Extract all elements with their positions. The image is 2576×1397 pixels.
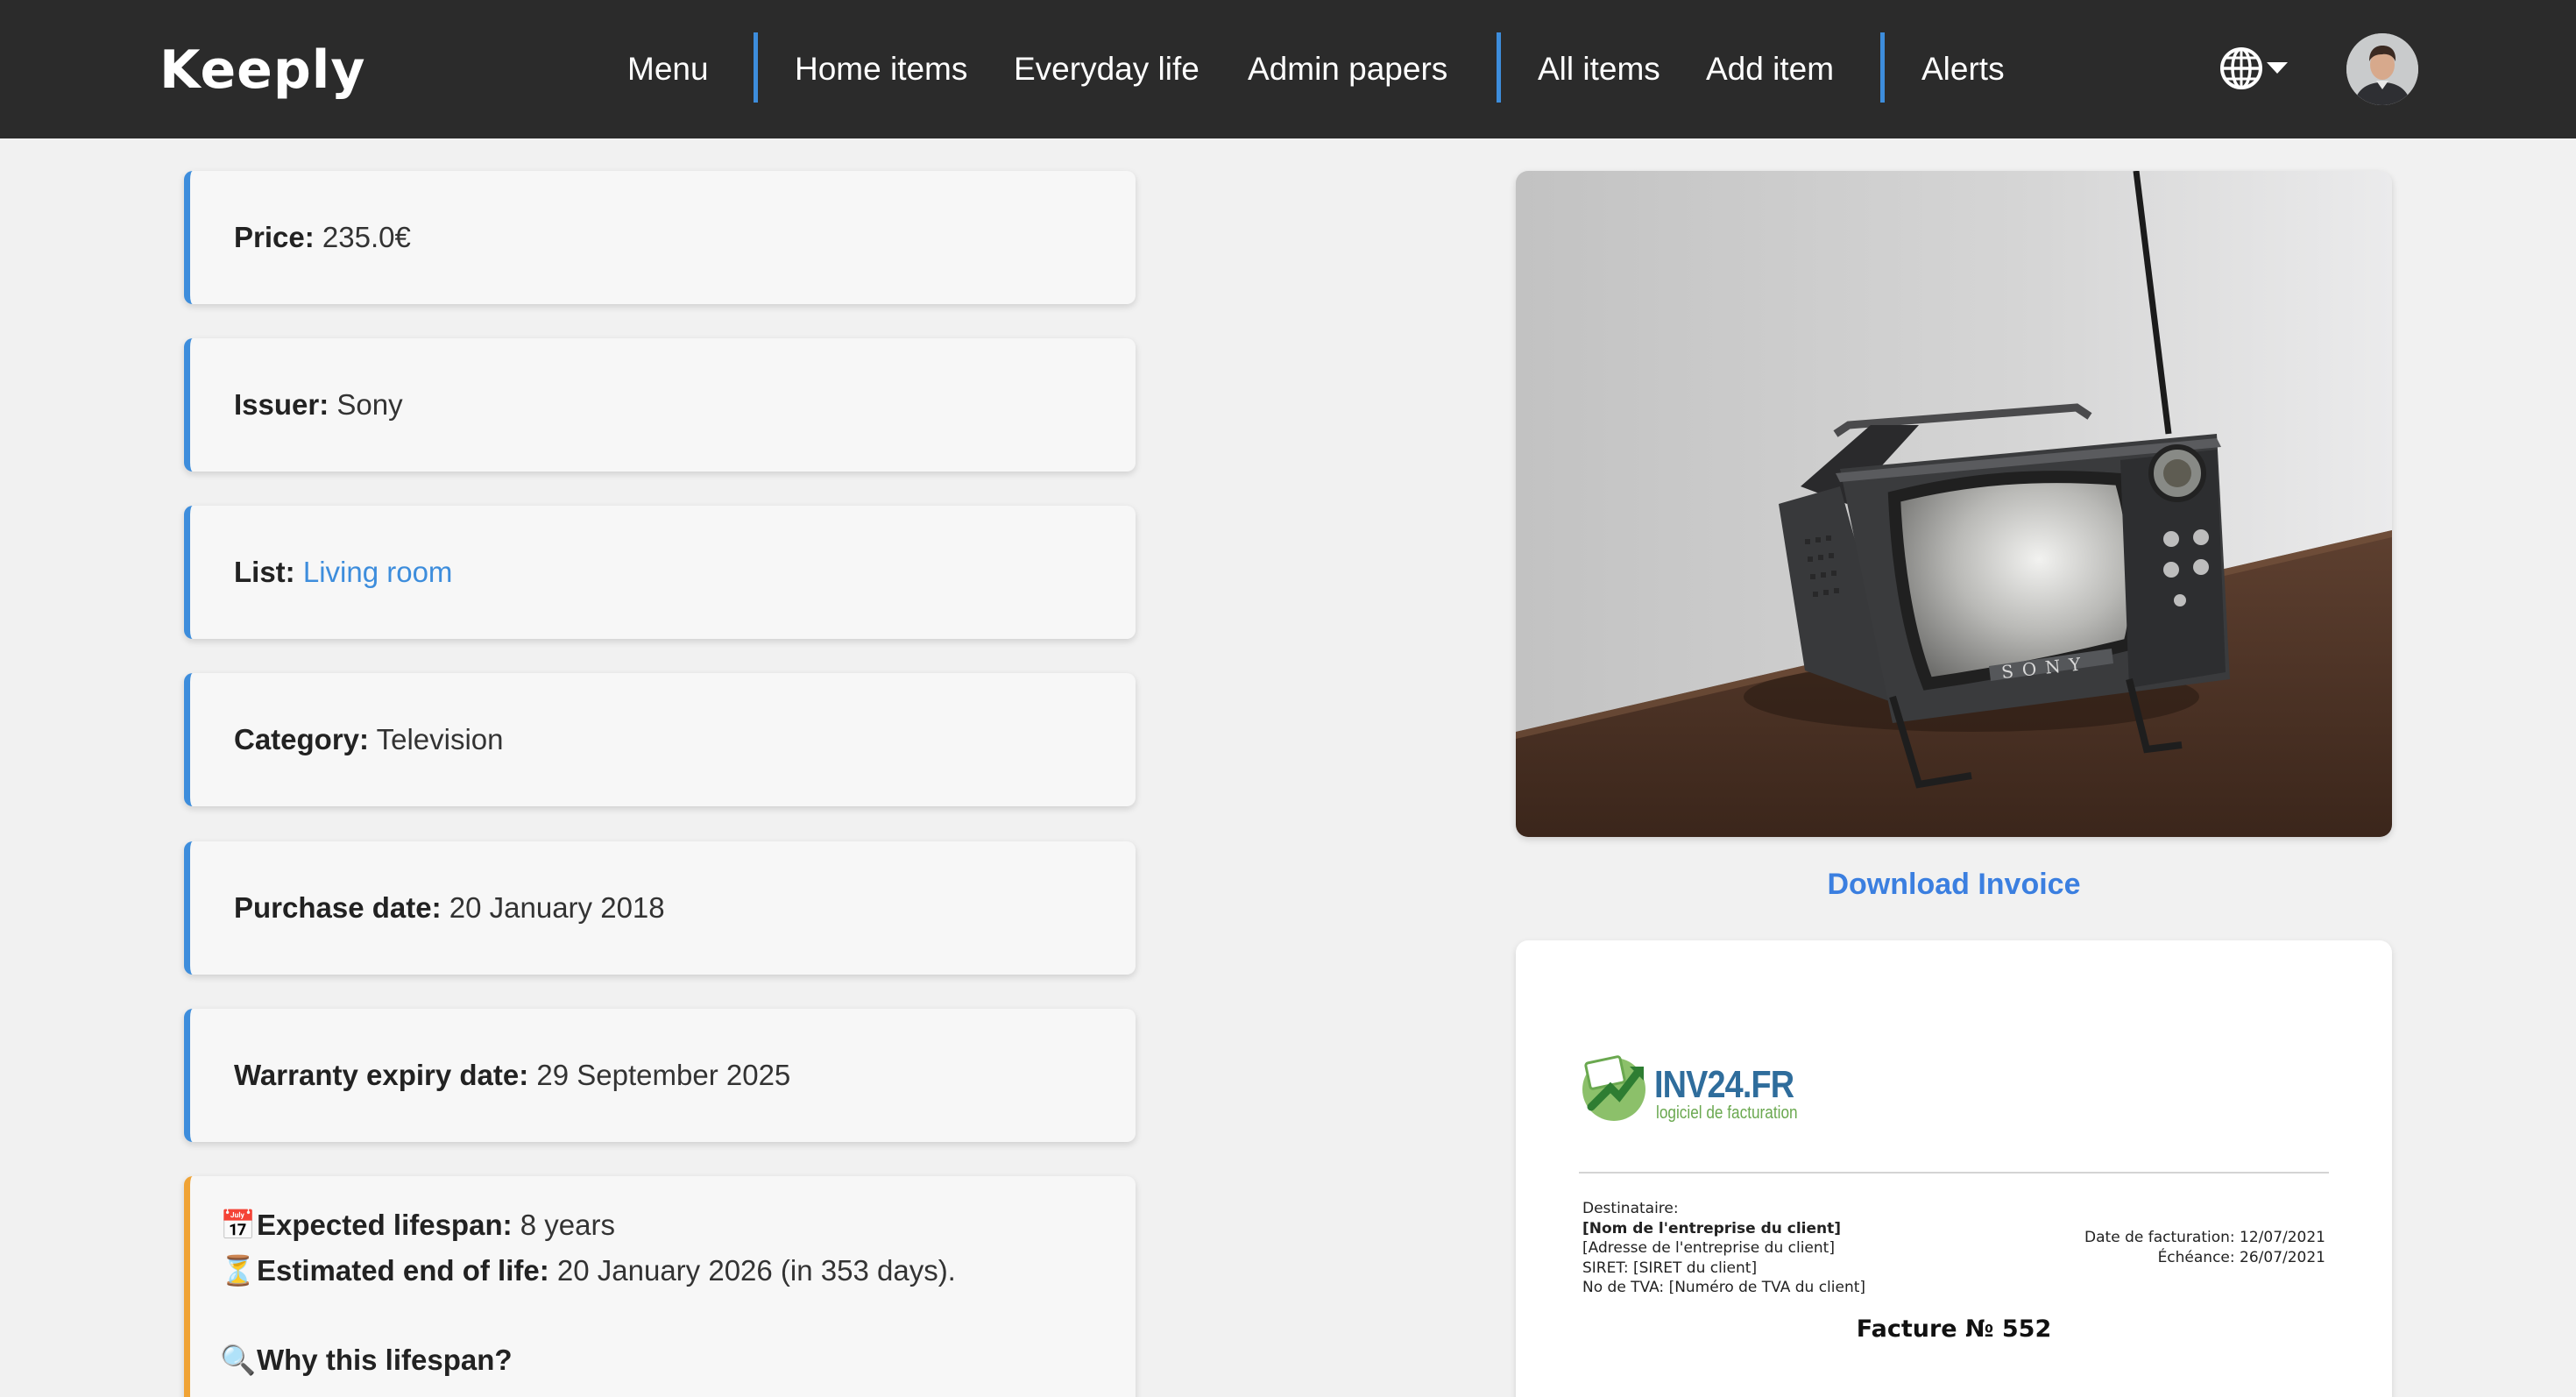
list-label: List: [234, 556, 295, 588]
chevron-down-icon [2267, 62, 2288, 74]
nav-alerts[interactable]: Alerts [1921, 0, 2005, 138]
detail-card-list: List: Living room [184, 506, 1136, 639]
detail-card-warranty: Warranty expiry date: 29 September 2025 [184, 1009, 1136, 1142]
price-value: 235.0€ [322, 221, 411, 253]
purchase-date-label: Purchase date: [234, 891, 442, 924]
user-photo-icon [2346, 33, 2418, 105]
calendar-icon: 📅 [220, 1208, 257, 1242]
hourglass-icon: ⏳ [220, 1253, 257, 1287]
end-of-life-value: 20 January 2026 (in 353 days). [556, 1254, 956, 1287]
expected-lifespan-value: 8 years [520, 1209, 615, 1241]
invoice-divider [1579, 1172, 2329, 1174]
invoice-logo-icon [1582, 1055, 1645, 1121]
warranty-value: 29 September 2025 [536, 1059, 791, 1091]
price-label: Price: [234, 221, 315, 253]
why-lifespan-label: Why this lifespan? [257, 1344, 513, 1376]
invoice-date: Date de facturation: 12/07/2021 [2084, 1229, 2325, 1246]
detail-card-category: Category: Television [184, 673, 1136, 806]
why-lifespan-line: 🔍Why this lifespan? [220, 1343, 513, 1378]
lifespan-card: 📅Expected lifespan: 8 years ⏳Estimated e… [184, 1176, 1136, 1397]
category-label: Category: [234, 723, 370, 755]
nav-everyday-life[interactable]: Everyday life [1014, 0, 1200, 138]
expected-lifespan-label: Expected lifespan: [257, 1209, 513, 1241]
nav-all-items[interactable]: All items [1538, 0, 1660, 138]
language-selector[interactable] [2219, 44, 2289, 93]
main-nav: Menu Home items Everyday life Admin pape… [0, 0, 2576, 138]
detail-card-purchase-date: Purchase date: 20 January 2018 [184, 841, 1136, 975]
purchase-date-value: 20 January 2018 [449, 891, 665, 924]
nav-admin-papers[interactable]: Admin papers [1248, 0, 1447, 138]
end-of-life-line: ⏳Estimated end of life: 20 January 2026 … [220, 1253, 956, 1288]
invoice-preview[interactable]: INV24.FR logiciel de facturation Destina… [1516, 940, 2392, 1397]
expected-lifespan-line: 📅Expected lifespan: 8 years [220, 1208, 615, 1243]
detail-card-issuer: Issuer: Sony [184, 338, 1136, 472]
nav-menu[interactable]: Menu [627, 0, 709, 138]
product-photo: SONY [1516, 171, 2392, 837]
client-vat: No de TVA: [Numéro de TVA du client] [1582, 1279, 1866, 1296]
issuer-value: Sony [336, 388, 403, 421]
issuer-label: Issuer: [234, 388, 329, 421]
nav-home-items[interactable]: Home items [795, 0, 967, 138]
top-navbar: Keeply Menu Home items Everyday life Adm… [0, 0, 2576, 138]
client-siret: SIRET: [SIRET du client] [1582, 1259, 1758, 1277]
invoice-tagline: logiciel de facturation [1656, 1103, 1798, 1123]
download-invoice-link[interactable]: Download Invoice [1516, 868, 2392, 902]
user-avatar[interactable] [2346, 33, 2418, 105]
client-company-address: [Adresse de l'entreprise du client] [1582, 1239, 1835, 1257]
category-value: Television [376, 723, 504, 755]
invoice-title: Facture № 552 [1856, 1315, 2052, 1343]
nav-add-item[interactable]: Add item [1706, 0, 1834, 138]
recipient-label: Destinataire: [1582, 1200, 1679, 1217]
invoice-due-date: Échéance: 26/07/2021 [2157, 1248, 2325, 1266]
client-company-name: [Nom de l'entreprise du client] [1582, 1219, 1842, 1237]
detail-card-price: Price: 235.0€ [184, 171, 1136, 304]
invoice-client-block: Destinataire: [Nom de l'entreprise du cl… [1582, 1199, 1865, 1298]
magnifier-icon: 🔍 [220, 1343, 257, 1377]
nav-separator [1497, 32, 1501, 103]
invoice-dates: Date de facturation: 12/07/2021 Échéance… [2084, 1228, 2325, 1267]
nav-separator [754, 32, 758, 103]
nav-separator [1880, 32, 1885, 103]
television-image: SONY [1516, 171, 2392, 837]
invoice-brand: INV24.FR [1654, 1063, 1794, 1106]
warranty-label: Warranty expiry date: [234, 1059, 529, 1091]
list-link[interactable]: Living room [303, 556, 453, 588]
end-of-life-label: Estimated end of life: [257, 1254, 549, 1287]
globe-icon [2220, 47, 2288, 89]
